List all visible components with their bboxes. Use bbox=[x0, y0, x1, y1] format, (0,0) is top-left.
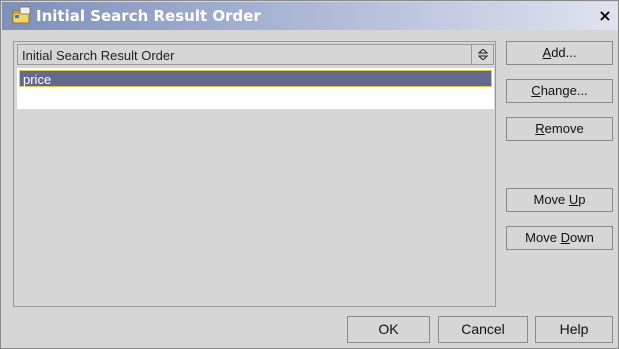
list-panel: Initial Search Result Order price bbox=[13, 41, 496, 307]
cancel-button[interactable]: Cancel bbox=[438, 316, 528, 343]
move-up-button[interactable]: Move Up bbox=[506, 188, 613, 212]
folder-app-icon bbox=[12, 6, 32, 26]
title-bar[interactable]: Initial Search Result Order × bbox=[2, 2, 618, 30]
order-list[interactable]: price bbox=[17, 68, 494, 109]
order-dropdown[interactable]: Initial Search Result Order bbox=[17, 44, 494, 65]
window-title: Initial Search Result Order bbox=[36, 7, 261, 25]
dropdown-arrow[interactable] bbox=[471, 45, 493, 64]
help-button[interactable]: Help bbox=[535, 316, 613, 343]
up-down-arrows-icon bbox=[478, 49, 488, 60]
ok-button[interactable]: OK bbox=[347, 316, 430, 343]
order-dropdown-value: Initial Search Result Order bbox=[22, 48, 175, 63]
list-item[interactable]: price bbox=[19, 70, 492, 87]
list-item-label: price bbox=[23, 72, 52, 87]
change-button[interactable]: Change... bbox=[506, 79, 613, 103]
add-button[interactable]: Add... bbox=[506, 41, 613, 65]
move-down-button[interactable]: Move Down bbox=[506, 226, 613, 250]
dialog-window: Initial Search Result Order × Initial Se… bbox=[0, 0, 619, 349]
close-button[interactable]: × bbox=[595, 7, 615, 25]
remove-button[interactable]: Remove bbox=[506, 117, 613, 141]
